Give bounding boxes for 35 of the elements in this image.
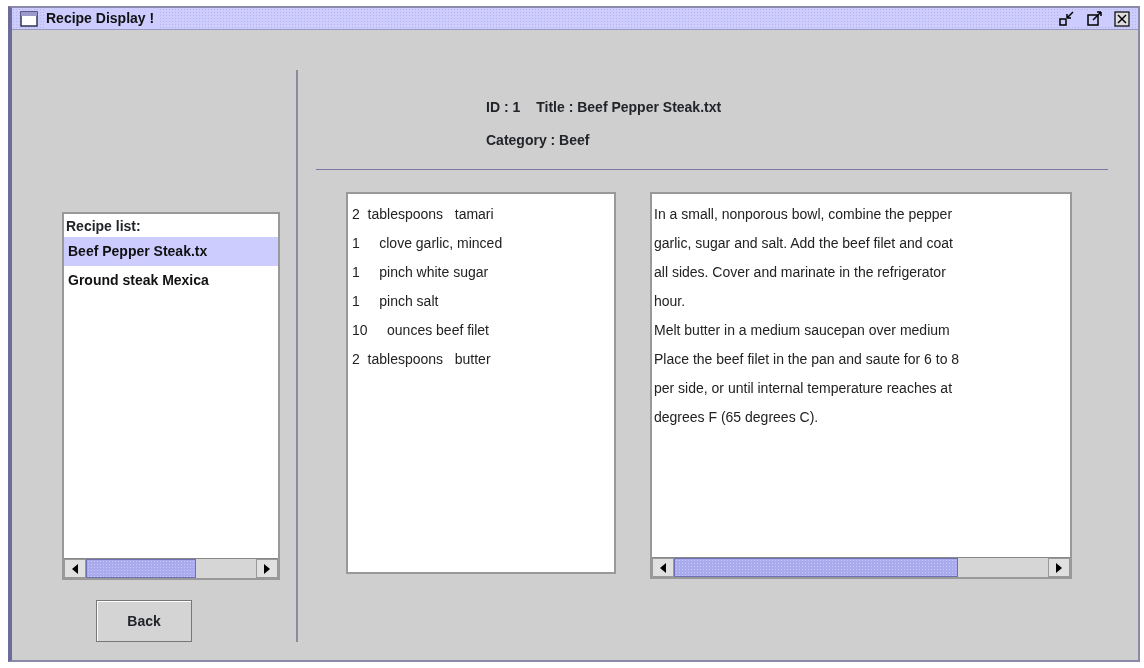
- direction-line: garlic, sugar and salt. Add the beef filet and coat: [654, 234, 954, 253]
- scroll-thumb[interactable]: [674, 558, 958, 577]
- direction-line: per side, or until internal temperature reaches at: [654, 379, 954, 398]
- left-arrow-icon[interactable]: [660, 562, 666, 573]
- ingredient-line: 1 clove garlic, minced: [352, 234, 504, 253]
- horizontal-scrollbar[interactable]: [64, 558, 278, 578]
- recipe-list-item[interactable]: Beef Pepper Steak.tx: [64, 237, 278, 266]
- horizontal-scrollbar[interactable]: [652, 557, 1070, 577]
- list-label: Recipe list:: [66, 217, 142, 236]
- direction-line: degrees F (65 degrees C).: [654, 408, 820, 427]
- direction-line: Melt butter in a medium saucepan over medium: [654, 321, 951, 340]
- recipe-category: Category : Beef: [486, 131, 590, 150]
- direction-line: In a small, nonporous bowl, combine the pepper: [654, 205, 954, 224]
- back-button[interactable]: Back: [96, 600, 192, 642]
- left-arrow-icon[interactable]: [72, 563, 78, 574]
- direction-line: hour.: [654, 292, 687, 311]
- ingredient-line: 1 pinch salt: [352, 292, 440, 311]
- maximize-icon[interactable]: [1086, 10, 1104, 27]
- directions-area[interactable]: [650, 192, 1072, 579]
- close-icon[interactable]: [1114, 10, 1130, 27]
- ingredient-line: 1 pinch white sugar: [352, 263, 490, 282]
- ingredient-line: 2 tablespoons butter: [352, 350, 492, 369]
- ingredient-line: 2 tablespoons tamari: [352, 205, 495, 224]
- recipe-list-item[interactable]: Ground steak Mexica: [64, 266, 278, 295]
- recipe-id: ID : 1: [486, 98, 521, 117]
- ingredients-area[interactable]: 2 tablespoons tamari 1 clove garlic, minced 1 pinch white sugar 1 pinch salt 10 ounces beef filet 2 tablespoons butter: [346, 192, 616, 574]
- direction-line: all sides. Cover and marinate in the refrigerator: [654, 263, 947, 282]
- recipe-title: Title : Beef Pepper Steak.txt: [536, 98, 722, 117]
- direction-line: Place the beef filet in the pan and saute for 6 to 8: [654, 350, 961, 369]
- scroll-thumb[interactable]: [86, 559, 196, 578]
- minimize-icon[interactable]: [1058, 10, 1076, 27]
- right-arrow-icon[interactable]: [264, 563, 270, 574]
- ingredient-line: 10 ounces beef filet: [352, 321, 490, 340]
- right-arrow-icon[interactable]: [1056, 562, 1062, 573]
- window-title: Recipe Display !: [46, 8, 161, 29]
